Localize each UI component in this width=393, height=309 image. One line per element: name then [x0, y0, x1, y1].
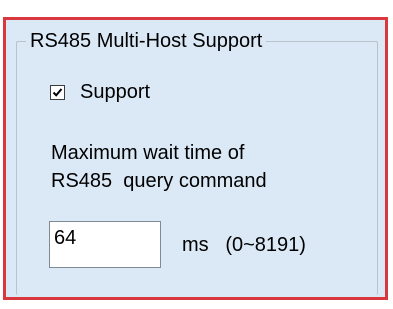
wait-time-description-line1: Maximum wait time of — [51, 142, 245, 164]
support-checkbox[interactable] — [50, 84, 65, 100]
wait-time-unit-range: ms (0~8191) — [182, 234, 306, 256]
groupbox-title: RS485 Multi-Host Support — [26, 28, 267, 54]
wait-time-input[interactable]: 64 — [49, 221, 161, 268]
wait-time-description: Maximum wait time of RS485 query command — [51, 139, 267, 195]
support-checkbox-label[interactable]: Support — [80, 80, 150, 104]
support-checkbox-row[interactable]: Support — [50, 80, 150, 104]
wait-time-description-line2: RS485 query command — [51, 170, 267, 192]
checkmark-icon — [52, 87, 63, 97]
settings-panel: RS485 Multi-Host Support Support Maximum… — [0, 0, 393, 309]
